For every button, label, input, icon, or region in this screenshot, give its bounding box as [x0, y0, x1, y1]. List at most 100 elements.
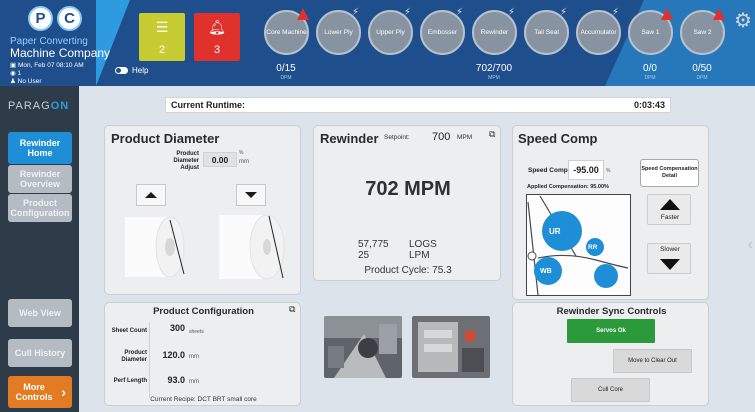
current-recipe: Current Recipe: DCT BRT small core	[150, 396, 257, 403]
sheet-count-label: Sheet Count	[111, 328, 147, 334]
datetime: ▣ Mon, Feb 07 08:10 AM	[10, 62, 84, 69]
servos-ok-button[interactable]: Servos Ok	[567, 319, 655, 343]
speed-comp-label: Speed Comp	[528, 167, 568, 174]
sidebar-item-rewinder-overview[interactable]: Rewinder Overview	[8, 165, 72, 193]
product-diameter-title: Product Diameter	[111, 131, 220, 146]
activity-icon: ⚡︎	[351, 7, 359, 18]
perf-length-label: Perf Length	[113, 378, 147, 384]
saw-2-counter: 0/50 DPM	[692, 63, 712, 81]
alarms-tile[interactable]: 🔔︎ 3	[194, 13, 240, 61]
machine-upper-ply[interactable]: ⚡︎ Upper Ply	[368, 7, 413, 55]
rewinder-sync-controls-panel: Rewinder Sync Controls Servos Ok Move to…	[512, 302, 709, 406]
move-to-clear-out-button[interactable]: Move to Clear Out	[613, 349, 692, 373]
speed-comp-title: Speed Comp	[518, 131, 598, 146]
logo-letter-p: P	[28, 6, 53, 31]
list-check-icon: ☰	[155, 19, 169, 35]
lpm-label: LPM	[409, 250, 430, 261]
roll-large-image	[219, 214, 285, 280]
sidebar-item-cull-history[interactable]: Cull History	[8, 339, 72, 367]
roll-ur-label: UR	[549, 227, 561, 236]
speed-comp-input[interactable]: -95.00	[568, 160, 604, 180]
roll-small-image	[125, 216, 185, 278]
machine-lower-ply[interactable]: ⚡︎ Lower Ply	[316, 7, 361, 55]
machine-embosser[interactable]: ⚡︎ Embosser	[420, 7, 465, 55]
machine-saw-2[interactable]: Saw 2	[680, 8, 725, 55]
chevron-left-icon[interactable]: ‹	[748, 236, 753, 254]
company-logo: P C	[28, 6, 82, 31]
diameter-adjust-label: Product Diameter Adjust	[173, 151, 199, 172]
diameter-decrease-button[interactable]	[236, 184, 266, 206]
product-configuration-title: Product Configuration	[153, 306, 254, 317]
gear-icon[interactable]: ⚙	[734, 8, 752, 33]
open-external-icon[interactable]: ⧉	[289, 304, 295, 315]
roll-lower	[594, 264, 618, 288]
speed-comp-panel: Speed Comp Speed Comp -95.00 % Applied C…	[512, 125, 709, 300]
top-header: P C Paper Converting Machine Company ▣ M…	[0, 0, 755, 86]
arrow-down-icon	[245, 192, 257, 198]
applied-compensation: Applied Compensation: 95.00%	[527, 184, 609, 190]
company-name-line2: Machine Company	[10, 46, 111, 60]
rewinder-counter: 702/700 MPM	[475, 63, 513, 81]
help-toggle[interactable]	[115, 67, 128, 74]
sidebar: PARAGON Rewinder Home Rewinder Overview …	[0, 86, 79, 412]
saw-1-counter: 0/0 DPM	[643, 63, 657, 81]
open-external-icon[interactable]: ⧉	[489, 129, 495, 140]
product-diameter-label: Product Diameter	[121, 350, 147, 364]
machine-rewinder[interactable]: ⚡︎ Rewinder	[472, 7, 517, 55]
arrow-up-icon	[660, 199, 680, 210]
sync-controls-title: Rewinder Sync Controls	[556, 306, 667, 317]
product-cycle: Product Cycle: 75.3	[364, 265, 452, 276]
roll-ur	[542, 211, 582, 251]
speed-compensation-detail-button[interactable]: Speed Compensation Detail	[640, 159, 699, 187]
diameter-increase-button[interactable]	[136, 184, 166, 206]
rewinder-title: Rewinder	[320, 131, 379, 146]
product-diameter-value[interactable]: 120.0	[155, 350, 185, 360]
shift: ◉ 1	[10, 70, 22, 77]
runtime-bar: Current Runtime: 0:03:43	[165, 97, 671, 113]
machine-saw-1[interactable]: Saw 1	[628, 8, 673, 55]
rewinder-panel: Rewinder Setpoint: 700 MPM ⧉ 702 MPM 57,…	[313, 125, 501, 281]
calendar-icon: ▣	[10, 62, 18, 69]
roll-rr-label: RR	[588, 244, 598, 251]
activity-icon: ⚡︎	[403, 7, 411, 18]
current-user: ♟ No User	[10, 78, 42, 85]
tasks-tile[interactable]: ☰ 2	[139, 13, 185, 61]
activity-icon: ⚡︎	[507, 7, 515, 18]
logs-label: LOGS	[409, 239, 437, 250]
sidebar-item-product-configuration[interactable]: Product Configuration	[8, 194, 72, 222]
machine-camera-image-2[interactable]	[412, 316, 490, 378]
divider	[149, 322, 150, 398]
perf-length-value[interactable]: 93.0	[155, 375, 185, 385]
sidebar-item-rewinder-home[interactable]: Rewinder Home	[8, 132, 72, 164]
rewinder-speed: 702 MPM	[365, 178, 451, 200]
roll-wb-label: WB	[540, 268, 552, 275]
alarm-flag-icon	[661, 8, 673, 20]
alarm-flag-icon	[297, 8, 309, 20]
runtime-label: Current Runtime:	[171, 100, 245, 110]
logs-value: 57,775	[358, 239, 389, 250]
machine-accumulator[interactable]: ⚡︎ Accumulator	[576, 7, 621, 55]
setpoint-label: Setpoint:	[384, 134, 410, 141]
activity-icon: ⚡︎	[611, 7, 619, 18]
user-icon: ♟	[10, 78, 18, 85]
activity-icon: ⚡︎	[455, 7, 463, 18]
machine-core-machine[interactable]: Core Machine	[264, 8, 309, 55]
diameter-adjust-value[interactable]: 0.00	[203, 152, 237, 167]
bell-icon: 🔔︎	[208, 19, 226, 35]
cull-core-button[interactable]: Cull Core	[571, 378, 650, 402]
product-configuration-panel: Product Configuration ⧉ Sheet Count 300 …	[104, 302, 301, 406]
sidebar-item-web-view[interactable]: Web View	[8, 299, 72, 327]
machine-tail-seal[interactable]: ⚡︎ Tail Seal	[524, 7, 569, 55]
activity-icon: ⚡︎	[559, 7, 567, 18]
chevron-right-icon: ›	[61, 383, 66, 400]
slower-button[interactable]: Slower	[647, 243, 691, 274]
arrow-down-icon	[660, 259, 680, 270]
sheet-count-value[interactable]: 300	[155, 323, 185, 333]
runtime-value: 0:03:43	[633, 100, 665, 110]
logo-letter-c: C	[57, 6, 82, 31]
faster-button[interactable]: Faster	[647, 194, 691, 225]
more-controls-button[interactable]: More Controls ›	[8, 376, 72, 408]
machine-camera-image-1[interactable]	[324, 316, 402, 378]
lpm-value: 25	[358, 250, 370, 261]
setpoint-value: 700	[432, 131, 451, 143]
